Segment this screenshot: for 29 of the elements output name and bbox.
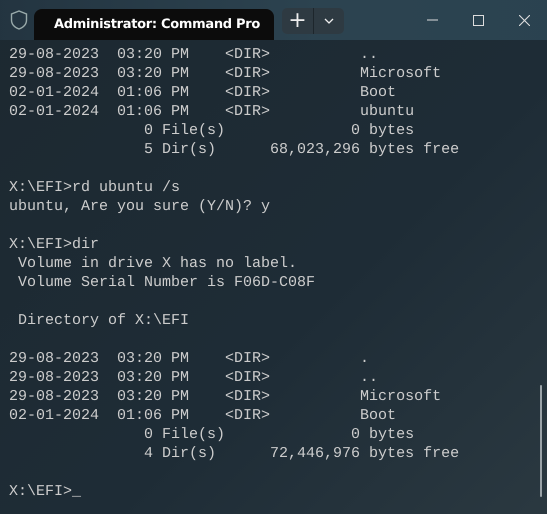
tab-title: Administrator: Command Pro (54, 16, 260, 34)
console-line: ubuntu, Are you sure (Y/N)? y (9, 198, 270, 215)
dropdown-button[interactable] (313, 8, 344, 34)
console-line: 29-08-2023 03:20 PM <DIR> .. (9, 46, 378, 63)
console-line: 02-01-2024 01:06 PM <DIR> ubuntu (9, 103, 414, 120)
console-line: 0 File(s) 0 bytes (143, 426, 414, 443)
console-line: X:\EFI>rd ubuntu /s (9, 179, 180, 196)
minimize-icon (426, 19, 438, 21)
console-line: 0 File(s) 0 bytes (143, 122, 414, 139)
console-line: 02-01-2024 01:06 PM <DIR> Boot (9, 407, 396, 424)
console-line: X:\EFI>dir (9, 236, 100, 253)
maximize-icon (472, 14, 484, 26)
console-line: Volume Serial Number is F06D-C08F (17, 274, 316, 291)
console-line: 29-08-2023 03:20 PM <DIR> Microsoft (9, 65, 442, 82)
console-line: 4 Dir(s) 72,446,976 bytes free (143, 445, 460, 462)
caret-icon (324, 18, 334, 24)
console-line: 29-08-2023 03:20 PM <DIR> .. (9, 369, 378, 386)
console-line: 02-01-2024 01:06 PM <DIR> Boot (9, 84, 396, 101)
console-line: Directory of X:\EFI (17, 312, 190, 329)
scrollbar-thumb[interactable] (540, 385, 542, 497)
console-line: 5 Dir(s) 68,023,296 bytes free (143, 141, 460, 158)
new-tab-button[interactable]: + (282, 8, 313, 34)
shield-icon (10, 10, 28, 30)
console-line: X:\EFI>_ (9, 483, 82, 500)
console-line: 29-08-2023 03:20 PM <DIR> Microsoft (9, 388, 442, 405)
console-line: Volume in drive X has no label. (17, 255, 298, 272)
console-line: 29-08-2023 03:20 PM <DIR> . (9, 350, 370, 367)
close-icon (518, 14, 530, 26)
terminal-tab[interactable]: Administrator: Command Pro (34, 9, 274, 40)
